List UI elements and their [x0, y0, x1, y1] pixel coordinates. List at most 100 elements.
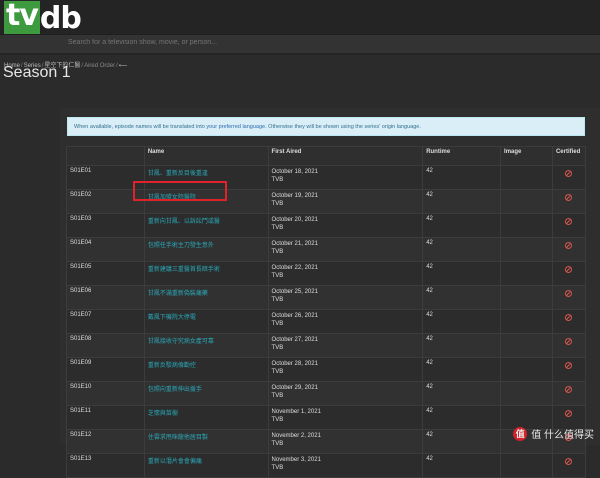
not-certified-icon	[565, 458, 573, 465]
header-runtime[interactable]: Runtime	[422, 146, 502, 166]
watermark: 值 值 什么值得买	[513, 426, 594, 441]
certified-cell	[551, 453, 587, 478]
episode-code: S01E13	[66, 453, 145, 478]
episode-code: S01E08	[66, 333, 145, 358]
watermark-logo-icon: 值	[513, 426, 528, 441]
image-cell	[500, 165, 553, 190]
search-input[interactable]	[66, 38, 370, 47]
table-row[interactable]: S01E08 甘鳳接收守究病女產可靠 October 27, 2021 TVB 42	[66, 333, 587, 358]
first-aired-cell: October 20, 2021 TVB	[267, 213, 424, 238]
first-aired-cell: October 19, 2021 TVB	[267, 189, 424, 214]
header-first-aired[interactable]: First Aired	[267, 146, 424, 166]
aired-date: November 2, 2021	[271, 433, 321, 439]
episode-code: S01E10	[66, 381, 145, 406]
episode-name-cell: 甘鳳接收守究病女產可靠	[143, 333, 269, 358]
header-image: Image	[500, 146, 553, 166]
header-name[interactable]: Name	[143, 146, 269, 166]
not-certified-icon	[565, 242, 573, 249]
certified-cell	[551, 285, 587, 310]
aired-network: TVB	[271, 345, 284, 351]
table-row[interactable]: S01E05 重新建議三重醫首長暗手術 October 22, 2021 TVB 42	[66, 261, 587, 286]
first-aired-cell: November 2, 2021 TVB	[267, 429, 424, 454]
episode-name-link[interactable]: 包照任手術主刀發生意外	[148, 243, 214, 249]
header-certified: Certified	[551, 146, 587, 166]
episode-name-cell: 包照向重新伸出援手	[143, 381, 269, 406]
not-certified-icon	[565, 410, 573, 417]
episode-name-link[interactable]: 重新向甘鳳、以訴訟鬥或醫	[148, 219, 220, 225]
not-certified-icon	[565, 338, 573, 345]
episode-name-link[interactable]: 住雲求甩咪龍他居目製	[148, 435, 208, 441]
episode-name-cell: 甘鳳不滿重新偽裝痛藥	[143, 285, 269, 310]
certified-cell	[551, 165, 587, 190]
table-row[interactable]: S01E13 重新以潛片會會偏痛 November 3, 2021 TVB 42	[66, 453, 587, 478]
episode-name-link[interactable]: 重新建議三重醫首長暗手術	[148, 267, 220, 273]
aired-date: October 18, 2021	[271, 169, 318, 175]
table-row[interactable]: S01E10 包照向重新伸出援手 October 29, 2021 TVB 42	[66, 381, 587, 406]
episode-code: S01E12	[66, 429, 145, 454]
runtime-cell: 42	[422, 333, 502, 358]
table-row[interactable]: S01E04 包照任手術主刀發生意外 October 21, 2021 TVB 42	[66, 237, 587, 262]
first-aired-cell: October 28, 2021 TVB	[267, 357, 424, 382]
table-row[interactable]: S01E03 重新向甘鳳、以訴訟鬥或醫 October 20, 2021 TVB 42	[66, 213, 587, 238]
episode-name-cell: 包照任手術主刀發生意外	[143, 237, 269, 262]
top-bar: tv db	[0, 0, 600, 55]
episode-name-cell: 重新以潛片會會偏痛	[143, 453, 269, 478]
table-row[interactable]: S01E12 住雲求甩咪龍他居目製 November 2, 2021 TVB 42	[66, 429, 587, 454]
aired-date: October 19, 2021	[271, 193, 318, 199]
image-cell	[500, 309, 553, 334]
episode-name-cell: 芝懷與苗樹	[143, 405, 269, 430]
certified-cell	[551, 261, 587, 286]
runtime-cell: 42	[422, 309, 502, 334]
header-code	[66, 146, 145, 166]
episode-code: S01E03	[66, 213, 145, 238]
runtime-cell: 42	[422, 429, 502, 454]
runtime-cell: 42	[422, 357, 502, 382]
page-title: Season 1	[3, 64, 71, 81]
episode-name-link[interactable]: 包照向重新伸出援手	[148, 387, 202, 393]
episode-code: S01E07	[66, 309, 145, 334]
aired-date: October 25, 2021	[271, 289, 318, 295]
certified-cell	[551, 237, 587, 262]
not-certified-icon	[565, 314, 573, 321]
episode-name-link[interactable]: 芝懷與苗樹	[148, 411, 178, 417]
first-aired-cell: October 29, 2021 TVB	[267, 381, 424, 406]
episode-name-link[interactable]: 戴鳳下機院大停電	[148, 315, 196, 321]
aired-network: TVB	[271, 393, 284, 399]
aired-network: TVB	[271, 273, 284, 279]
aired-date: October 26, 2021	[271, 313, 318, 319]
episode-name-link[interactable]: 甘鳳接收守究病女產可靠	[148, 339, 214, 345]
first-aired-cell: October 27, 2021 TVB	[267, 333, 424, 358]
episode-name-link[interactable]: 重新以潛片會會偏痛	[148, 459, 202, 465]
first-aired-cell: October 25, 2021 TVB	[267, 285, 424, 310]
notice-text-before: When available, episode names will be tr…	[74, 124, 207, 130]
aired-network: TVB	[271, 177, 284, 183]
table-row[interactable]: S01E07 戴鳳下機院大停電 October 26, 2021 TVB 42	[66, 309, 587, 334]
episode-name-cell: 戴鳳下機院大停電	[143, 309, 269, 334]
episode-code: S01E06	[66, 285, 145, 310]
tvdb-logo[interactable]: tv db	[4, 0, 82, 36]
aired-network: TVB	[271, 441, 284, 447]
episode-name-link[interactable]: 甘鳳、重新反目後重逢	[148, 171, 208, 177]
table-row[interactable]: S01E11 芝懷與苗樹 November 1, 2021 TVB 42	[66, 405, 587, 430]
aired-network: TVB	[271, 417, 284, 423]
table-row[interactable]: S01E09 重新反駁病倫勸控 October 28, 2021 TVB 42	[66, 357, 587, 382]
episode-name-cell: 重新建議三重醫首長暗手術	[143, 261, 269, 286]
first-aired-cell: October 21, 2021 TVB	[267, 237, 424, 262]
certified-cell	[551, 309, 587, 334]
table-row[interactable]: S01E06 甘鳳不滿重新偽裝痛藥 October 25, 2021 TVB 42	[66, 285, 587, 310]
language-notice: When available, episode names will be tr…	[67, 117, 585, 136]
episode-name-link[interactable]: 甘鳳不滿重新偽裝痛藥	[148, 291, 208, 297]
table-header-row: Name First Aired Runtime Image Certified	[66, 146, 587, 166]
image-cell	[500, 333, 553, 358]
episode-name-link[interactable]: 重新反駁病倫勸控	[148, 363, 196, 369]
back-arrow-icon[interactable]: ⟵	[119, 63, 128, 69]
runtime-cell: 42	[422, 213, 502, 238]
episode-code: S01E04	[66, 237, 145, 262]
aired-network: TVB	[271, 249, 284, 255]
episode-name-cell: 住雲求甩咪龍他居目製	[143, 429, 269, 454]
not-certified-icon	[565, 290, 573, 297]
first-aired-cell: October 26, 2021 TVB	[267, 309, 424, 334]
image-cell	[500, 357, 553, 382]
certified-cell	[551, 189, 587, 214]
preferred-language-link[interactable]: your preferred language	[206, 124, 265, 130]
